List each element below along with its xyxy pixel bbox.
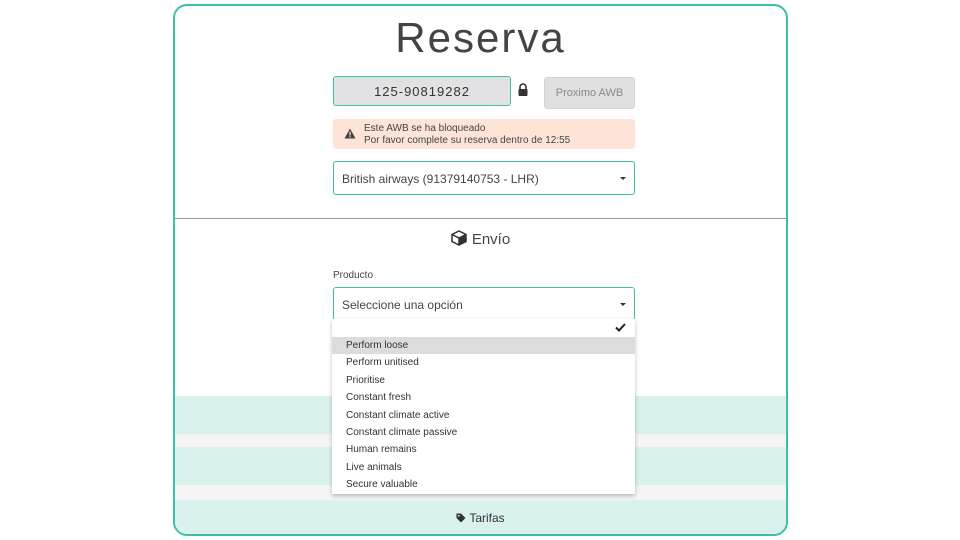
dropdown-option[interactable]: Human remains — [332, 441, 635, 458]
tarifas-label: Tarifas — [469, 511, 505, 525]
product-dropdown-menu: Perform loose Perform unitised Prioritis… — [332, 319, 635, 494]
airline-select[interactable]: British airways (91379140753 - LHR) — [333, 161, 635, 195]
dropdown-option[interactable]: Live animals — [332, 459, 635, 476]
airline-select-value: British airways (91379140753 - LHR) — [342, 172, 539, 186]
product-select-value: Seleccione una opción — [342, 298, 463, 312]
shipment-title-text: Envío — [471, 231, 511, 248]
dropdown-check-row[interactable] — [332, 319, 635, 337]
shipment-section-title: Envío — [175, 230, 786, 248]
dropdown-option[interactable]: Constant climate passive — [332, 424, 635, 441]
tag-icon — [456, 513, 466, 523]
checkmark-icon — [615, 323, 626, 332]
dropdown-option[interactable]: Perform loose — [332, 337, 635, 355]
lock-alert: Este AWB se ha bloqueado Por favor compl… — [333, 119, 635, 149]
page-title: Reserva — [395, 14, 566, 61]
warning-icon — [344, 128, 356, 139]
section-divider — [175, 218, 786, 219]
alert-line-2: Por favor complete su reserva dentro de … — [364, 135, 571, 146]
dropdown-option[interactable]: Constant fresh — [332, 389, 635, 406]
chevron-down-icon — [620, 177, 626, 180]
tarifas-section[interactable]: Tarifas — [175, 500, 786, 534]
box-icon — [451, 230, 467, 246]
dropdown-option[interactable]: Constant climate active — [332, 407, 635, 424]
lock-icon — [518, 83, 528, 96]
product-select[interactable]: Seleccione una opción — [333, 287, 635, 321]
alert-line-1: Este AWB se ha bloqueado — [364, 123, 486, 134]
dropdown-option[interactable]: Prioritise — [332, 372, 635, 389]
chevron-down-icon — [620, 303, 626, 306]
product-label: Producto — [333, 270, 374, 281]
next-awb-button[interactable]: Proximo AWB — [544, 77, 635, 109]
awb-input[interactable] — [333, 76, 511, 106]
dropdown-option[interactable]: Secure valuable — [332, 476, 635, 493]
dropdown-option[interactable]: Perform unitised — [332, 354, 635, 371]
